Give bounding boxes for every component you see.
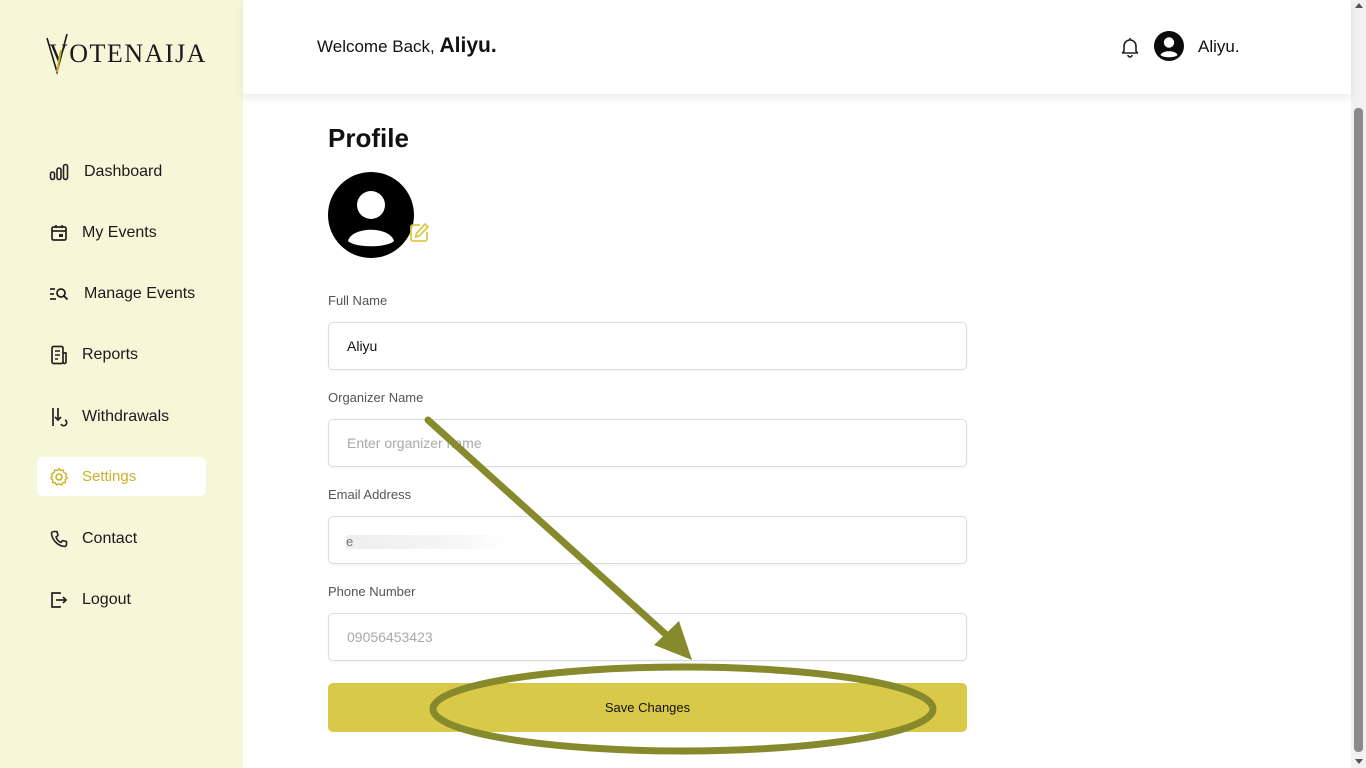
calendar-icon [49, 223, 69, 243]
gear-icon [49, 467, 69, 487]
sidebar-item-dashboard[interactable]: Dashboard [37, 152, 206, 191]
phone-input[interactable] [328, 613, 967, 661]
sidebar-item-label: Manage Events [84, 284, 196, 302]
sidebar-item-my-events[interactable]: My Events [37, 213, 206, 252]
welcome-message: Welcome Back, Aliyu. [317, 34, 497, 58]
sidebar-item-label: Dashboard [84, 162, 163, 180]
organizer-name-label: Organizer Name [328, 390, 424, 405]
sidebar-item-label: Logout [82, 590, 131, 608]
scroll-down-arrow-icon[interactable] [1355, 759, 1363, 764]
phone-label: Phone Number [328, 584, 416, 599]
logo-mark-icon [46, 33, 68, 75]
sidebar: VOTENAIJA Dashboard My Events Manage Eve… [0, 0, 243, 768]
sidebar-item-reports[interactable]: Reports [37, 335, 206, 374]
withdraw-icon [49, 407, 69, 427]
sidebar-item-manage-events[interactable]: Manage Events [37, 274, 206, 313]
email-visible-fragment: e [346, 534, 354, 549]
top-header: Welcome Back, Aliyu. Aliyu. [243, 0, 1351, 94]
header-username[interactable]: Aliyu. [1198, 37, 1240, 57]
bell-icon[interactable] [1119, 36, 1141, 58]
sidebar-item-logout[interactable]: Logout [37, 580, 206, 619]
email-label: Email Address [328, 487, 412, 502]
bar-chart-icon [49, 162, 69, 182]
profile-page: Profile Full Name Organizer Name Email A… [243, 94, 1351, 768]
edit-icon[interactable] [408, 222, 430, 244]
search-list-icon [49, 284, 69, 304]
sidebar-item-label: Contact [82, 529, 138, 547]
full-name-label: Full Name [328, 293, 388, 308]
welcome-name: Aliyu. [439, 34, 497, 57]
scroll-up-arrow-icon[interactable] [1355, 3, 1363, 8]
sidebar-item-label: My Events [82, 223, 157, 241]
email-redaction [346, 535, 506, 549]
page-title: Profile [328, 123, 409, 153]
organizer-name-input[interactable] [328, 419, 967, 467]
sidebar-item-contact[interactable]: Contact [37, 519, 206, 558]
logo[interactable]: VOTENAIJA [46, 30, 207, 78]
sidebar-item-settings[interactable]: Settings [37, 457, 206, 496]
sidebar-item-withdrawals[interactable]: Withdrawals [37, 397, 206, 436]
full-name-input[interactable] [328, 322, 967, 370]
logout-icon [49, 590, 69, 610]
user-avatar-icon[interactable] [1154, 31, 1184, 61]
phone-icon [49, 529, 69, 549]
save-changes-button[interactable]: Save Changes [328, 683, 967, 732]
sidebar-item-label: Withdrawals [82, 407, 170, 425]
sidebar-item-label: Reports [82, 345, 139, 363]
report-icon [49, 345, 69, 365]
sidebar-item-label: Settings [82, 468, 137, 485]
welcome-prefix: Welcome Back, [317, 37, 435, 56]
profile-picture-icon[interactable] [328, 172, 414, 258]
page-scrollbar[interactable] [1351, 0, 1366, 768]
scroll-thumb[interactable] [1354, 108, 1363, 752]
logo-text: VOTENAIJA [49, 39, 207, 68]
